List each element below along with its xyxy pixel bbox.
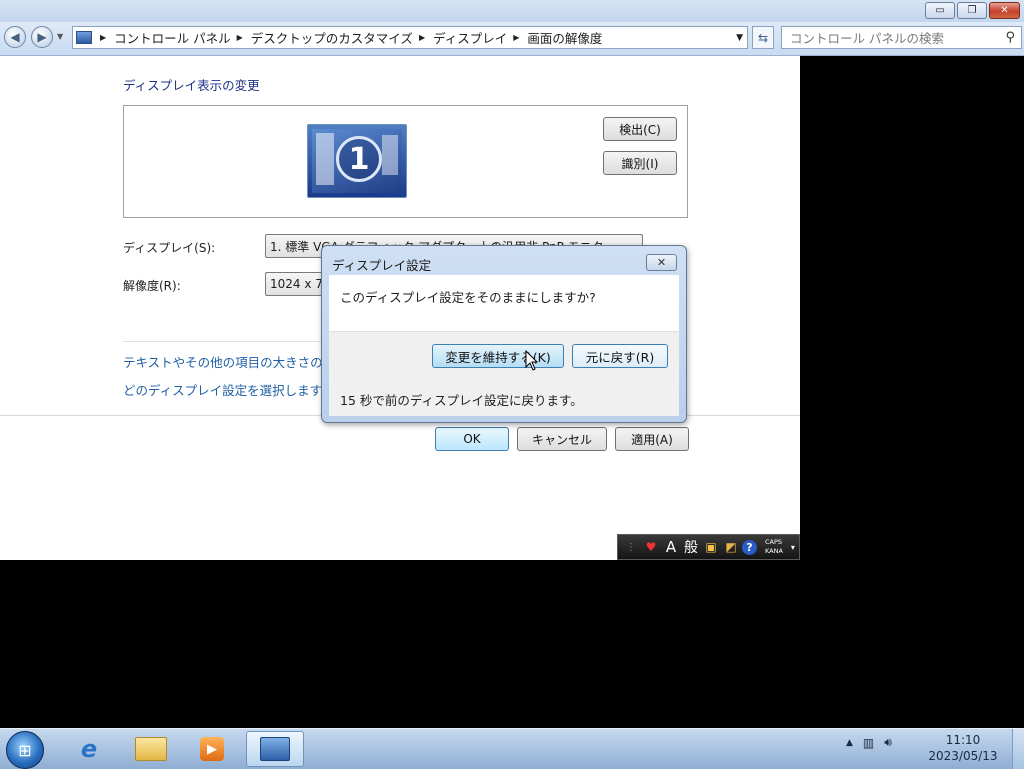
tools-icon[interactable]: ▣ bbox=[702, 538, 720, 556]
recent-pages-dropdown[interactable]: ▼ bbox=[57, 32, 63, 41]
ime-pad-icon[interactable]: ♥ bbox=[642, 538, 660, 556]
refresh-icon: ⇆ bbox=[757, 30, 769, 45]
ok-button[interactable]: OK bbox=[435, 427, 509, 451]
help-icon[interactable]: ? bbox=[742, 539, 757, 555]
show-hidden-icons-icon[interactable]: ▲ bbox=[846, 738, 853, 748]
close-icon: ✕ bbox=[656, 256, 667, 269]
breadcrumb-separator-icon[interactable]: ▶ bbox=[419, 33, 425, 42]
breadcrumb-separator-icon[interactable]: ▶ bbox=[237, 33, 243, 42]
monitor-window-graphic bbox=[382, 135, 398, 175]
start-orb-icon[interactable]: ⊞ bbox=[6, 731, 44, 769]
display-settings-icon[interactable] bbox=[246, 731, 304, 767]
close-button[interactable]: ✕ bbox=[989, 2, 1020, 19]
dialog-body: このディスプレイ設定をそのままにしますか? bbox=[329, 275, 679, 331]
internet-explorer-icon[interactable]: e bbox=[64, 731, 114, 767]
breadcrumb-screen-resolution[interactable]: 画面の解像度 bbox=[527, 28, 608, 47]
search-input[interactable]: コントロール パネルの検索 ⚲ bbox=[781, 26, 1022, 49]
identify-button[interactable]: 識別(I) bbox=[603, 151, 677, 175]
notification-area: ▲ ▥ 🔊︎ bbox=[846, 735, 892, 750]
control-panel-icon bbox=[76, 31, 92, 44]
dialog-close-button[interactable]: ✕ bbox=[646, 254, 677, 271]
display-settings-dialog: ディスプレイ設定 ✕ このディスプレイ設定をそのままにしますか? 変更を維持する… bbox=[321, 245, 687, 423]
monitor-preview-box: 1 検出(C) 識別(I) bbox=[123, 105, 688, 218]
clock-time: 11:10 bbox=[945, 733, 981, 747]
mouse-cursor-icon bbox=[525, 350, 539, 371]
detect-button[interactable]: 検出(C) bbox=[603, 117, 677, 141]
ime-status: CAPS KANA bbox=[765, 538, 783, 556]
page-title: ディスプレイ表示の変更 bbox=[123, 78, 260, 93]
text-size-link[interactable]: テキストやその他の項目の大きさの変 bbox=[123, 352, 335, 371]
conversion-mode-icon[interactable]: 般 bbox=[682, 538, 700, 556]
dialog-footer: 変更を維持する(K) 元に戻す(R) 15 秒で前のディスプレイ設定に戻ります。 bbox=[329, 331, 679, 416]
which-settings-link[interactable]: どのディスプレイ設定を選択しますか bbox=[123, 380, 335, 399]
back-arrow-icon: ◀ bbox=[10, 30, 20, 44]
forward-arrow-icon: ▶ bbox=[37, 30, 47, 44]
keep-changes-button[interactable]: 変更を維持する(K) bbox=[432, 344, 564, 368]
navigation-bar: ◀ ▶ ▼ ▶ コントロール パネル ▶ デスクトップのカスタマイズ ▶ ディス… bbox=[0, 22, 1024, 56]
restore-button[interactable]: ❐ bbox=[957, 2, 987, 19]
monitor-screen: 1 bbox=[312, 129, 402, 193]
breadcrumb-separator-icon[interactable]: ▶ bbox=[513, 33, 519, 42]
apply-button[interactable]: 適用(A) bbox=[615, 427, 689, 451]
search-placeholder: コントロール パネルの検索 bbox=[790, 31, 944, 46]
kana-indicator: KANA bbox=[765, 547, 783, 555]
revert-button[interactable]: 元に戻す(R) bbox=[572, 344, 668, 368]
monitor-sidebar-graphic bbox=[316, 133, 334, 185]
breadcrumb-display[interactable]: ディスプレイ bbox=[433, 28, 513, 47]
clock[interactable]: 11:10 2023/05/13 bbox=[920, 732, 1006, 764]
breadcrumb-control-panel[interactable]: コントロール パネル bbox=[114, 28, 236, 47]
breadcrumb-personalization[interactable]: デスクトップのカスタマイズ bbox=[251, 28, 419, 47]
clock-date: 2023/05/13 bbox=[928, 749, 998, 763]
input-mode-icon[interactable]: A bbox=[662, 538, 680, 556]
ime-options-icon[interactable]: ▾ bbox=[791, 543, 795, 552]
monitor-number-badge: 1 bbox=[336, 136, 382, 182]
windows-explorer-icon[interactable] bbox=[126, 731, 176, 767]
taskbar: ⊞ e ▶ ▲ ▥ 🔊︎ 11:10 2023/05/13 bbox=[0, 728, 1024, 769]
grip-icon[interactable]: ⋮ bbox=[622, 538, 640, 556]
resolution-label: 解像度(R): bbox=[123, 279, 181, 293]
breadcrumb-separator-icon[interactable]: ▶ bbox=[100, 33, 106, 42]
search-icon[interactable]: ⚲ bbox=[1005, 30, 1015, 45]
dialog-title: ディスプレイ設定 bbox=[332, 258, 432, 273]
minimize-button[interactable]: ▭ bbox=[925, 2, 955, 19]
refresh-button[interactable]: ⇆ bbox=[752, 26, 774, 49]
network-icon[interactable]: ▥ bbox=[863, 736, 874, 750]
address-bar[interactable]: ▶ コントロール パネル ▶ デスクトップのカスタマイズ ▶ ディスプレイ ▶ … bbox=[72, 26, 748, 49]
address-dropdown-icon[interactable]: ▼ bbox=[736, 33, 743, 43]
display-label: ディスプレイ(S): bbox=[123, 241, 216, 255]
media-player-icon[interactable]: ▶ bbox=[187, 731, 237, 767]
volume-icon[interactable]: 🔊︎ bbox=[884, 735, 892, 750]
countdown-text: 15 秒で前のディスプレイ設定に戻ります。 bbox=[340, 393, 583, 408]
show-desktop-button[interactable] bbox=[1012, 729, 1024, 769]
window-titlebar: ▭ ❐ ✕ bbox=[0, 0, 1024, 22]
caps-indicator: CAPS bbox=[765, 538, 783, 546]
cancel-button[interactable]: キャンセル bbox=[517, 427, 607, 451]
back-button[interactable]: ◀ bbox=[4, 26, 26, 48]
ime-language-bar: ⋮ ♥ A 般 ▣ ◩ ? CAPS KANA ▾ bbox=[617, 534, 800, 560]
dictionary-icon[interactable]: ◩ bbox=[722, 538, 740, 556]
dialog-question: このディスプレイ設定をそのままにしますか? bbox=[340, 290, 596, 305]
forward-button[interactable]: ▶ bbox=[31, 26, 53, 48]
monitor-1-icon[interactable]: 1 bbox=[307, 124, 407, 198]
